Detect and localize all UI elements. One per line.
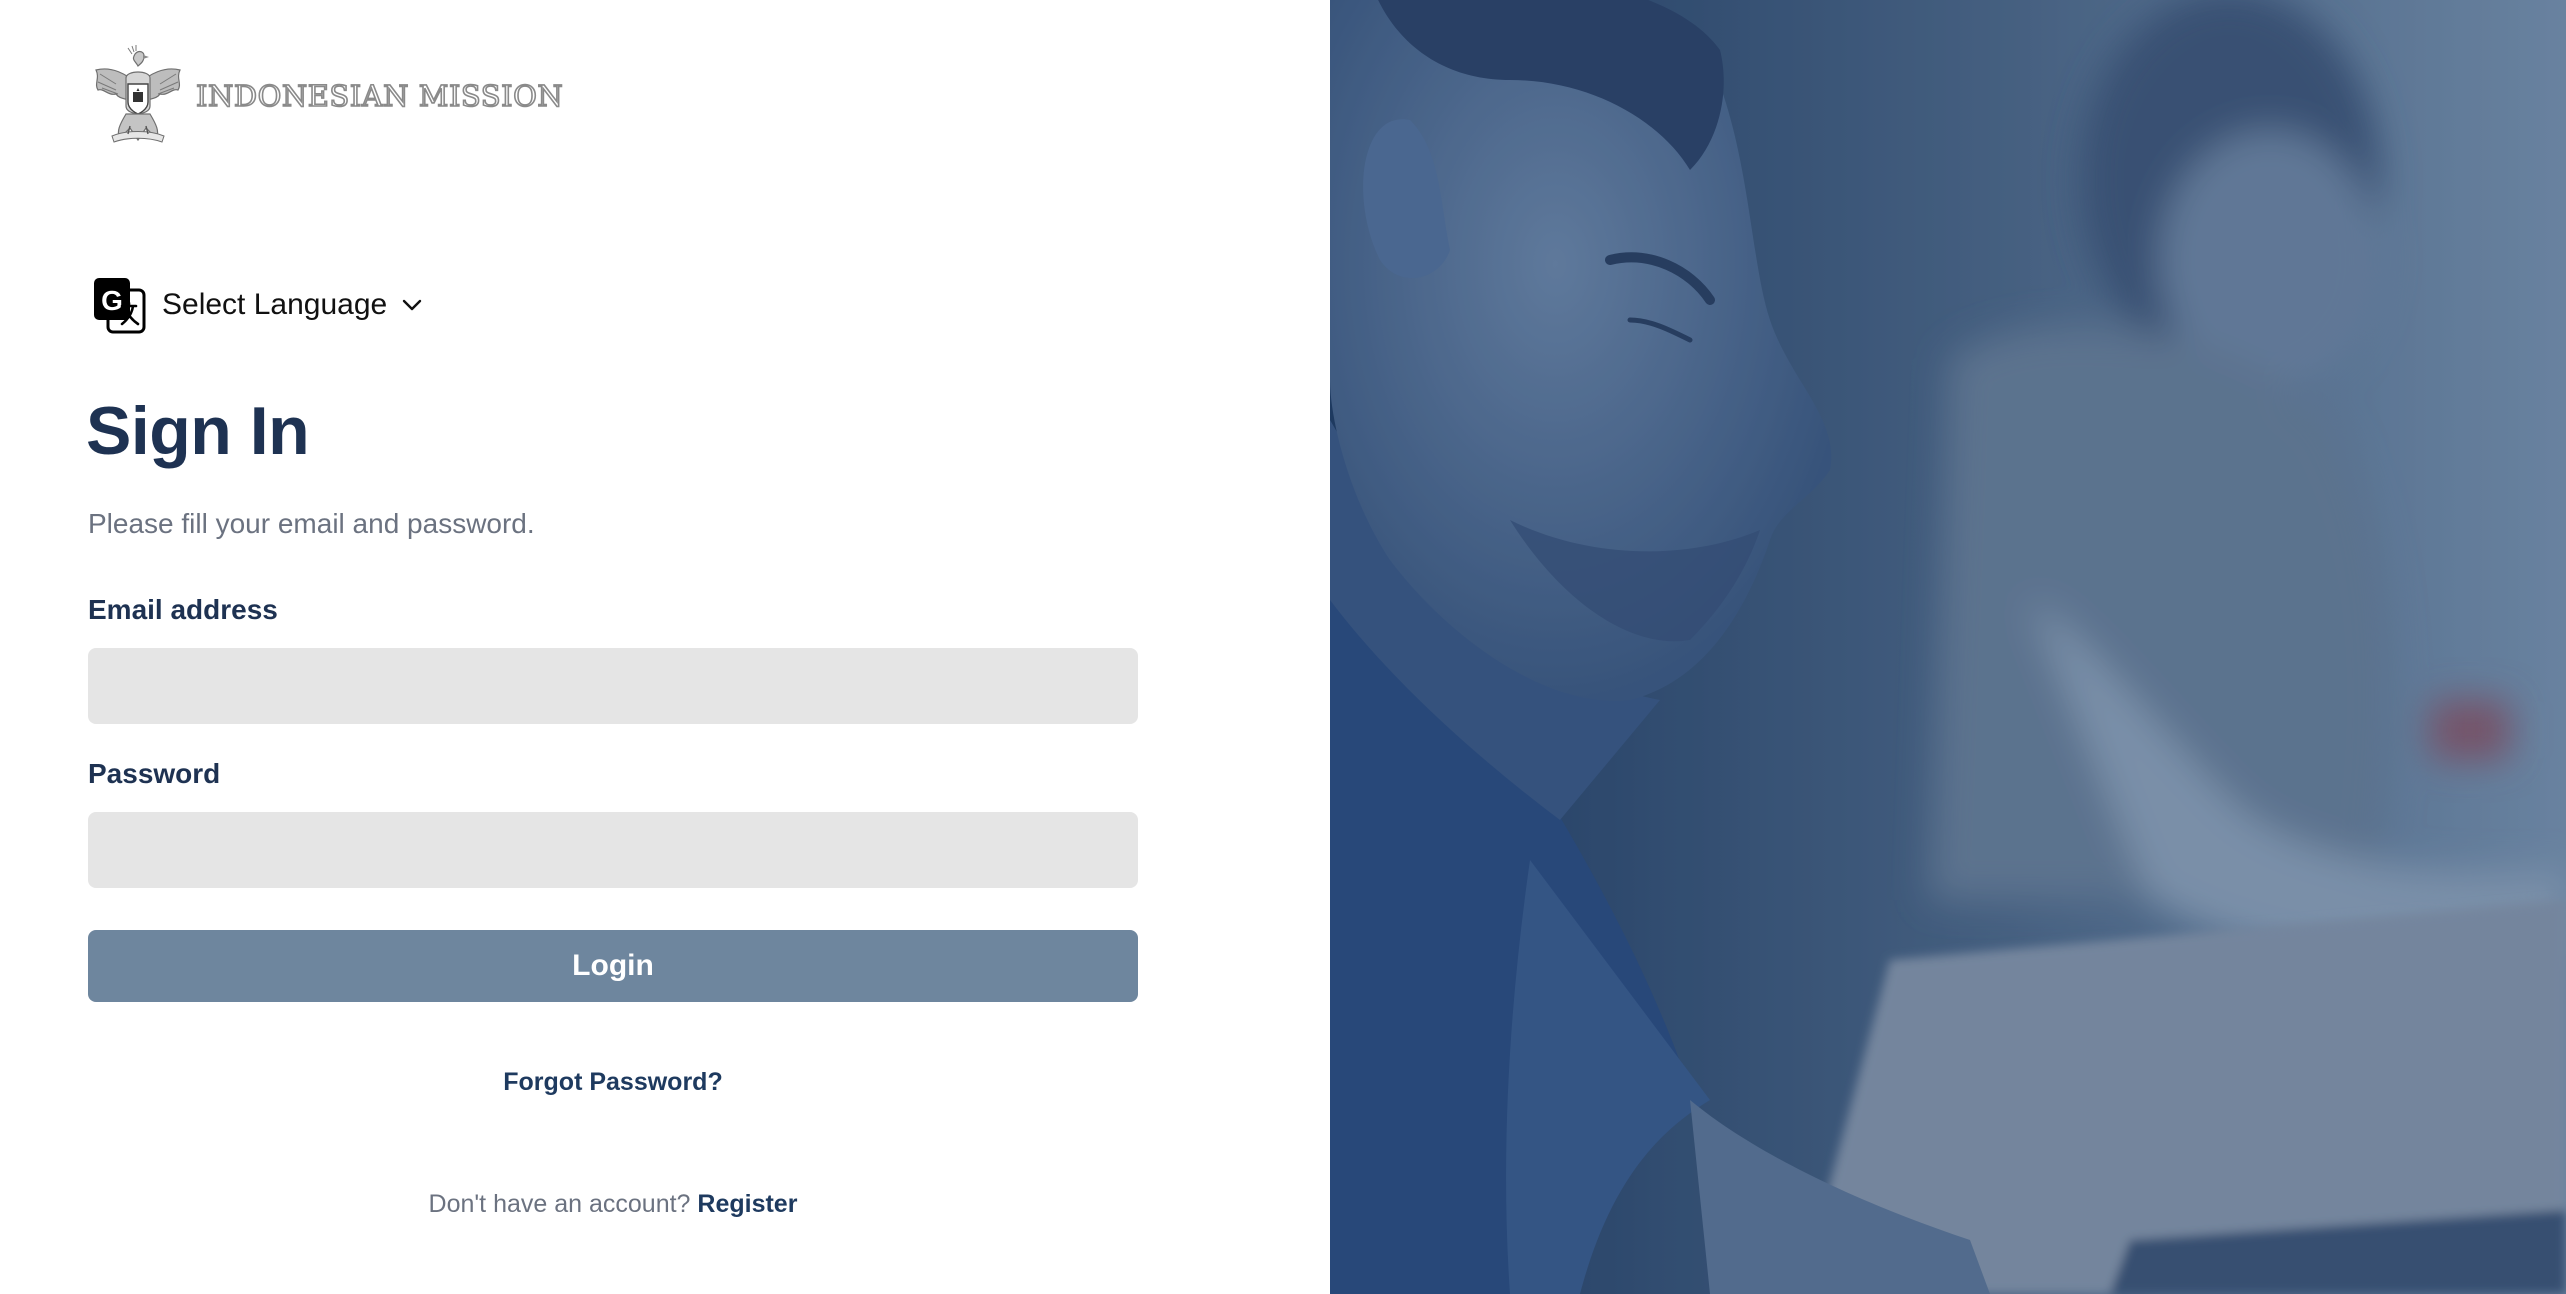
page-title: Sign In xyxy=(86,393,310,469)
forgot-password-link[interactable]: Forgot Password? xyxy=(88,1068,1138,1097)
login-button[interactable]: Login xyxy=(88,930,1138,1002)
email-field[interactable] xyxy=(88,648,1138,724)
google-translate-icon: G xyxy=(94,278,146,334)
garuda-emblem-icon xyxy=(95,45,181,143)
register-prompt: Don't have an account? Register xyxy=(88,1190,1138,1219)
brand-name: INDONESIAN MISSION xyxy=(195,78,564,114)
brand-logo[interactable]: INDONESIAN MISSION xyxy=(86,44,564,148)
svg-text:G: G xyxy=(101,285,123,316)
no-account-text: Don't have an account? xyxy=(428,1190,691,1218)
password-label: Password xyxy=(88,758,221,789)
hero-image xyxy=(1330,0,2566,1294)
register-link[interactable]: Register xyxy=(697,1190,797,1218)
password-field[interactable] xyxy=(88,812,1138,888)
email-label: Email address xyxy=(88,594,278,625)
language-selector[interactable]: G Select Language xyxy=(92,276,423,334)
hero-photo xyxy=(1330,0,2566,1294)
language-label: Select Language xyxy=(162,288,388,321)
login-page: INDONESIAN MISSION G Select Language Sig… xyxy=(0,0,2566,1294)
chevron-down-icon xyxy=(403,299,422,311)
login-panel: INDONESIAN MISSION G Select Language Sig… xyxy=(0,0,1330,1294)
page-subtitle: Please fill your email and password. xyxy=(88,508,535,539)
